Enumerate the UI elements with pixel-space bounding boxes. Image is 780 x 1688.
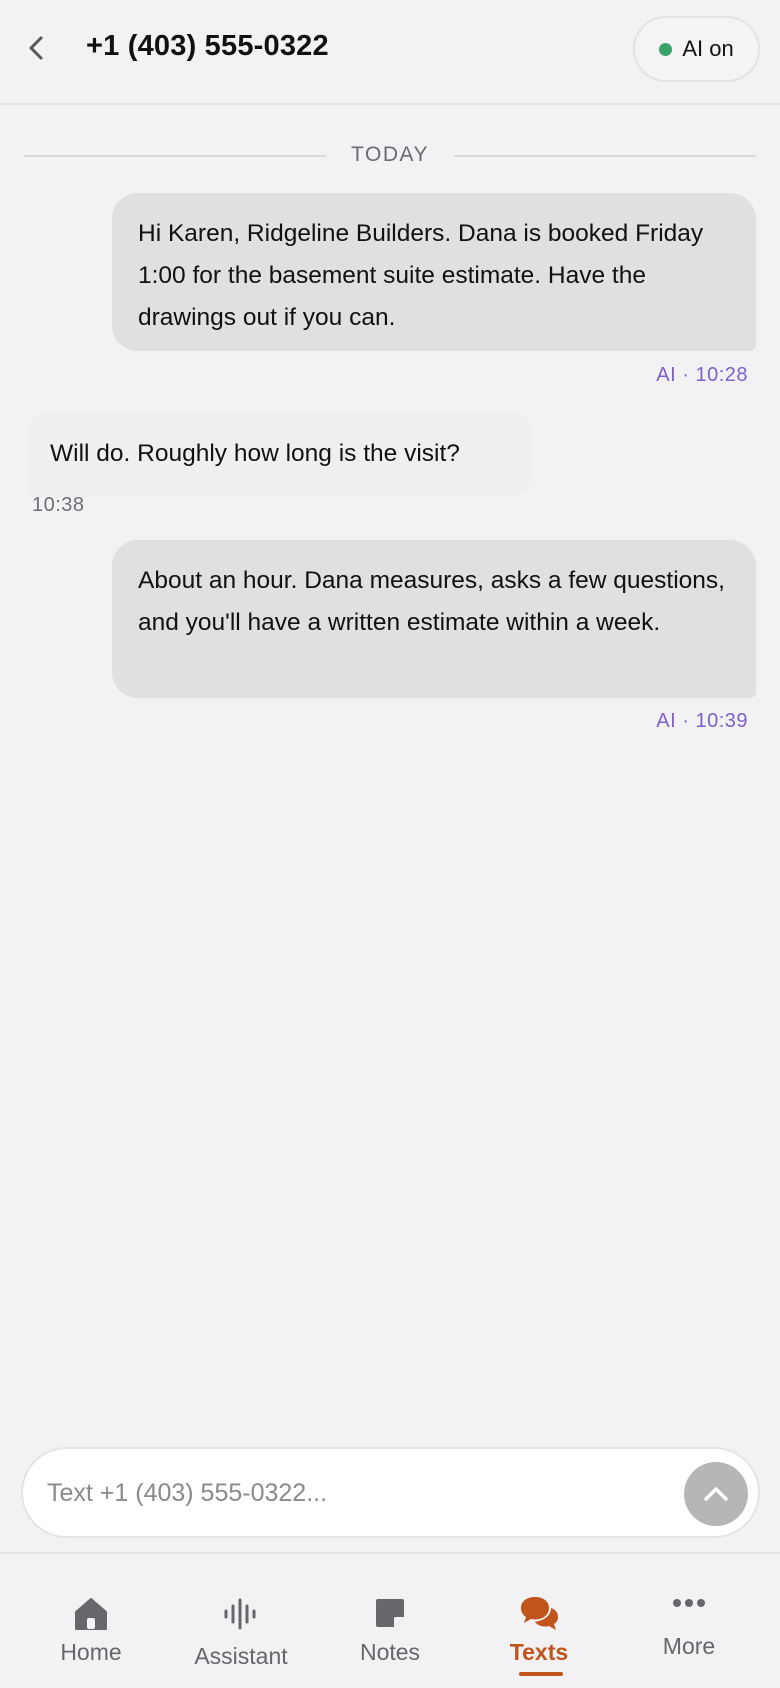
message-meta: AI · 10:28 (656, 364, 748, 386)
nav-item-notes[interactable]: Notes (315, 1554, 465, 1688)
nav-item-home[interactable]: Home (16, 1554, 166, 1688)
bottom-nav: Home Assistant Notes Texts More (0, 1552, 780, 1688)
back-button[interactable] (18, 28, 54, 68)
message-text: Will do. Roughly how long is the visit? (50, 440, 460, 467)
divider-line (454, 155, 756, 157)
send-button[interactable] (684, 1462, 748, 1526)
more-dots-icon (672, 1598, 706, 1608)
message-composer (21, 1447, 760, 1538)
message-bubble-outgoing: Hi Karen, Ridgeline Builders. Dana is bo… (112, 193, 756, 351)
nav-item-assistant[interactable]: Assistant (166, 1554, 316, 1688)
top-bar: +1 (403) 555-0322 AI on (0, 0, 780, 105)
nav-label: Home (60, 1639, 122, 1665)
message-meta: 10:38 (32, 494, 85, 516)
message-bubble-incoming: Will do. Roughly how long is the visit? (26, 411, 534, 497)
ai-status-dot (659, 42, 673, 56)
date-divider: TODAY (24, 140, 756, 170)
message-bubble-outgoing: About an hour. Dana measures, asks a few… (112, 540, 756, 698)
waveform-icon (223, 1598, 259, 1630)
nav-item-more[interactable]: More (614, 1554, 764, 1688)
nav-label: More (662, 1633, 716, 1659)
nav-label: Texts (509, 1639, 569, 1665)
contact-title: +1 (403) 555-0322 (86, 30, 329, 62)
nav-label: Assistant (194, 1643, 288, 1669)
nav-label: Notes (359, 1639, 421, 1665)
ai-toggle-button[interactable]: AI on (633, 16, 760, 82)
chevron-up-icon (704, 1487, 728, 1501)
ai-toggle-label: AI on (682, 36, 734, 61)
message-input[interactable] (47, 1469, 627, 1517)
note-icon (373, 1596, 407, 1630)
active-tab-indicator (519, 1672, 563, 1676)
message-meta: AI · 10:39 (656, 710, 748, 732)
message-text: About an hour. Dana measures, asks a few… (138, 567, 725, 636)
message-text: Hi Karen, Ridgeline Builders. Dana is bo… (138, 220, 704, 331)
chevron-left-icon (29, 36, 43, 60)
nav-item-texts[interactable]: Texts (464, 1554, 614, 1688)
chat-bubbles-icon (518, 1594, 560, 1634)
home-icon (72, 1596, 110, 1632)
